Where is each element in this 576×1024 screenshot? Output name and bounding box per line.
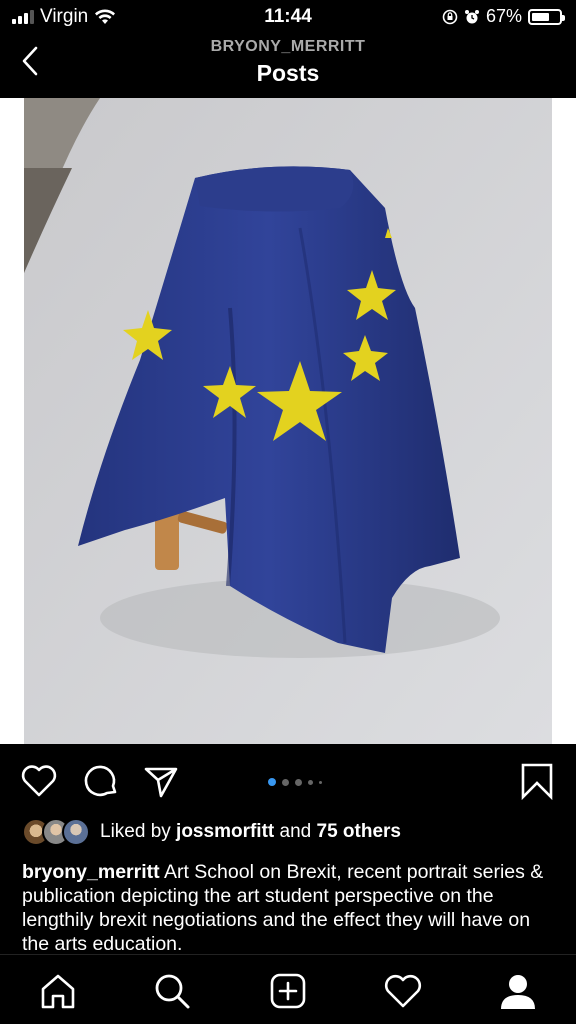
tab-bar (0, 954, 576, 1024)
carousel-dot (308, 779, 313, 785)
post-actions (0, 744, 576, 816)
caption-username[interactable]: bryony_merritt (22, 861, 160, 883)
battery-fill (532, 12, 550, 21)
add-post-icon[interactable] (268, 971, 308, 1011)
likes-row[interactable]: Liked by jossmorfitt and 75 others (22, 818, 401, 846)
carousel-dot (282, 778, 289, 786)
header-username: BRYONY_MERRITT (210, 38, 366, 55)
carousel-indicator (268, 778, 322, 786)
comment-icon[interactable] (82, 762, 120, 800)
liker-username[interactable]: jossmorfitt (176, 821, 274, 842)
status-right: 67% (442, 6, 565, 27)
status-bar: Virgin 11:44 67% (0, 0, 576, 34)
caption: bryony_merritt Art School on Brexit, rec… (22, 860, 558, 954)
carousel-dot (268, 778, 276, 786)
likes-others[interactable]: 75 others (317, 821, 401, 842)
orientation-lock-icon (442, 9, 458, 24)
page-title: Posts (256, 60, 320, 86)
likes-text: Liked by jossmorfitt and 75 others (100, 821, 401, 843)
carousel-dot (319, 780, 322, 784)
send-icon[interactable] (142, 762, 180, 800)
home-icon[interactable] (38, 971, 78, 1011)
battery-icon (528, 8, 565, 25)
activity-heart-icon[interactable] (383, 971, 423, 1011)
header: BRYONY_MERRITT Posts (0, 34, 576, 98)
avatar (62, 818, 90, 846)
battery-percent: 67% (485, 6, 522, 26)
search-icon[interactable] (152, 971, 192, 1011)
eu-flag-stool-photo (0, 98, 576, 744)
profile-icon[interactable] (498, 971, 538, 1011)
bookmark-icon[interactable] (518, 762, 556, 800)
heart-icon[interactable] (20, 762, 58, 800)
likes-middle: and (274, 821, 317, 842)
likes-prefix: Liked by (100, 821, 177, 842)
alarm-icon (464, 9, 479, 23)
post-image[interactable] (0, 98, 576, 744)
liker-avatars (22, 818, 90, 846)
carousel-dot (295, 778, 302, 786)
